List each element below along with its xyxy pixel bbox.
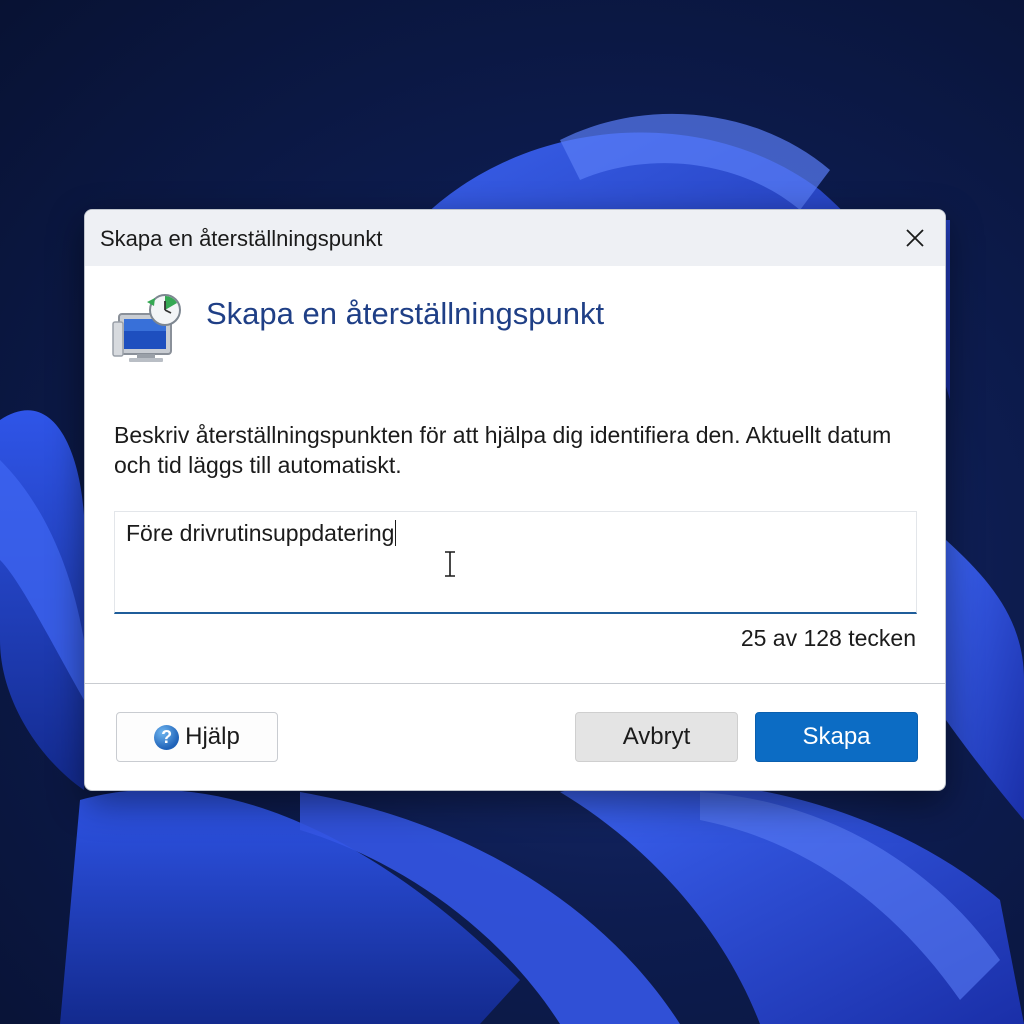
create-button-label: Skapa <box>802 723 871 750</box>
cancel-button-label: Avbryt <box>622 723 691 750</box>
create-button[interactable]: Skapa <box>755 712 918 762</box>
description-text: Beskriv återställningspunkten för att hj… <box>114 422 892 478</box>
close-icon <box>906 229 924 247</box>
text-caret <box>395 520 397 546</box>
help-button[interactable]: ? Hjälp <box>116 712 278 762</box>
footer-divider <box>85 683 945 684</box>
system-restore-icon <box>112 294 181 362</box>
title-bar: Skapa en återställningspunkt <box>85 210 945 266</box>
restore-point-name-input[interactable]: Före drivrutinsuppdatering <box>114 511 917 614</box>
create-restore-point-dialog: Skapa en återställningspunkt Skapa en åt… <box>84 209 946 791</box>
cancel-button[interactable]: Avbryt <box>575 712 738 762</box>
input-value: Före drivrutinsuppdatering <box>126 520 395 546</box>
window-title: Skapa en återställningspunkt <box>100 226 383 251</box>
dialog-heading: Skapa en återställningspunkt <box>206 296 605 331</box>
close-button[interactable] <box>897 220 933 256</box>
text-cursor-icon <box>445 551 455 577</box>
help-icon: ? <box>154 724 180 750</box>
help-button-label: Hjälp <box>185 723 240 750</box>
character-count: 25 av 128 tecken <box>740 625 916 651</box>
